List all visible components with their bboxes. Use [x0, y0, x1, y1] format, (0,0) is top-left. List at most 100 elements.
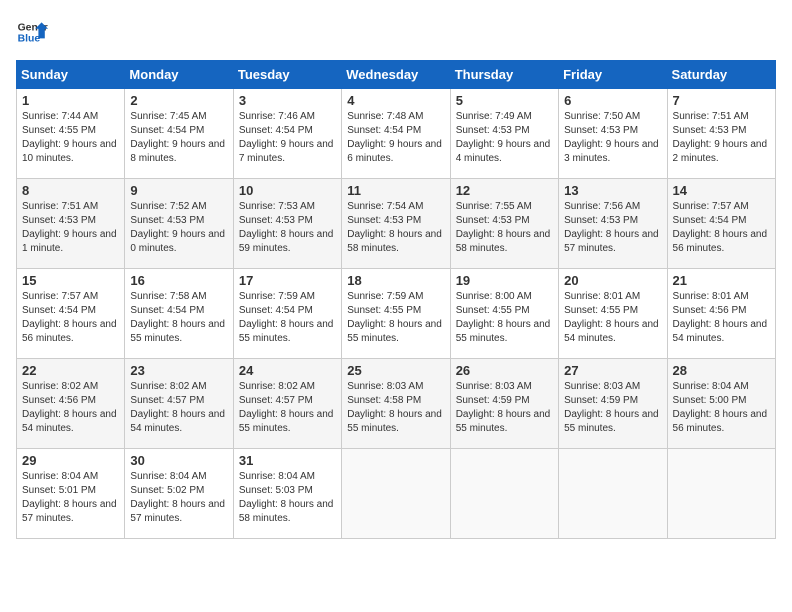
day-number: 28: [673, 363, 770, 378]
day-info: Sunrise: 7:53 AMSunset: 4:53 PMDaylight:…: [239, 201, 334, 254]
day-number: 10: [239, 183, 336, 198]
day-number: 25: [347, 363, 444, 378]
day-number: 16: [130, 273, 227, 288]
week-row-4: 22 Sunrise: 8:02 AMSunset: 4:56 PMDaylig…: [17, 359, 776, 449]
day-info: Sunrise: 8:01 AMSunset: 4:55 PMDaylight:…: [564, 291, 659, 344]
day-cell: 14 Sunrise: 7:57 AMSunset: 4:54 PMDaylig…: [667, 179, 775, 269]
day-info: Sunrise: 7:57 AMSunset: 4:54 PMDaylight:…: [22, 291, 117, 344]
day-info: Sunrise: 7:56 AMSunset: 4:53 PMDaylight:…: [564, 201, 659, 254]
day-info: Sunrise: 7:54 AMSunset: 4:53 PMDaylight:…: [347, 201, 442, 254]
day-number: 3: [239, 93, 336, 108]
day-cell: 19 Sunrise: 8:00 AMSunset: 4:55 PMDaylig…: [450, 269, 558, 359]
day-number: 23: [130, 363, 227, 378]
day-cell: 31 Sunrise: 8:04 AMSunset: 5:03 PMDaylig…: [233, 449, 341, 539]
day-cell: 6 Sunrise: 7:50 AMSunset: 4:53 PMDayligh…: [559, 89, 667, 179]
day-info: Sunrise: 8:00 AMSunset: 4:55 PMDaylight:…: [456, 291, 551, 344]
week-row-5: 29 Sunrise: 8:04 AMSunset: 5:01 PMDaylig…: [17, 449, 776, 539]
day-info: Sunrise: 8:03 AMSunset: 4:59 PMDaylight:…: [564, 381, 659, 434]
calendar-table: SundayMondayTuesdayWednesdayThursdayFrid…: [16, 60, 776, 539]
day-number: 14: [673, 183, 770, 198]
day-info: Sunrise: 8:02 AMSunset: 4:56 PMDaylight:…: [22, 381, 117, 434]
weekday-header-row: SundayMondayTuesdayWednesdayThursdayFrid…: [17, 61, 776, 89]
day-number: 9: [130, 183, 227, 198]
day-info: Sunrise: 7:45 AMSunset: 4:54 PMDaylight:…: [130, 111, 225, 164]
day-cell: 17 Sunrise: 7:59 AMSunset: 4:54 PMDaylig…: [233, 269, 341, 359]
day-info: Sunrise: 8:02 AMSunset: 4:57 PMDaylight:…: [130, 381, 225, 434]
day-cell: 22 Sunrise: 8:02 AMSunset: 4:56 PMDaylig…: [17, 359, 125, 449]
day-cell: [667, 449, 775, 539]
day-number: 20: [564, 273, 661, 288]
day-info: Sunrise: 7:55 AMSunset: 4:53 PMDaylight:…: [456, 201, 551, 254]
day-number: 31: [239, 453, 336, 468]
day-number: 19: [456, 273, 553, 288]
day-cell: [450, 449, 558, 539]
week-row-3: 15 Sunrise: 7:57 AMSunset: 4:54 PMDaylig…: [17, 269, 776, 359]
day-info: Sunrise: 7:52 AMSunset: 4:53 PMDaylight:…: [130, 201, 225, 254]
day-info: Sunrise: 7:51 AMSunset: 4:53 PMDaylight:…: [673, 111, 768, 164]
day-info: Sunrise: 8:03 AMSunset: 4:58 PMDaylight:…: [347, 381, 442, 434]
day-number: 5: [456, 93, 553, 108]
day-cell: 2 Sunrise: 7:45 AMSunset: 4:54 PMDayligh…: [125, 89, 233, 179]
day-cell: 9 Sunrise: 7:52 AMSunset: 4:53 PMDayligh…: [125, 179, 233, 269]
weekday-header-wednesday: Wednesday: [342, 61, 450, 89]
day-number: 30: [130, 453, 227, 468]
day-info: Sunrise: 8:04 AMSunset: 5:02 PMDaylight:…: [130, 471, 225, 524]
day-info: Sunrise: 7:50 AMSunset: 4:53 PMDaylight:…: [564, 111, 659, 164]
day-cell: 1 Sunrise: 7:44 AMSunset: 4:55 PMDayligh…: [17, 89, 125, 179]
day-cell: 12 Sunrise: 7:55 AMSunset: 4:53 PMDaylig…: [450, 179, 558, 269]
day-number: 26: [456, 363, 553, 378]
day-cell: 13 Sunrise: 7:56 AMSunset: 4:53 PMDaylig…: [559, 179, 667, 269]
day-cell: 11 Sunrise: 7:54 AMSunset: 4:53 PMDaylig…: [342, 179, 450, 269]
weekday-header-thursday: Thursday: [450, 61, 558, 89]
day-cell: 7 Sunrise: 7:51 AMSunset: 4:53 PMDayligh…: [667, 89, 775, 179]
day-number: 21: [673, 273, 770, 288]
day-number: 22: [22, 363, 119, 378]
day-number: 24: [239, 363, 336, 378]
day-number: 13: [564, 183, 661, 198]
day-cell: 10 Sunrise: 7:53 AMSunset: 4:53 PMDaylig…: [233, 179, 341, 269]
day-number: 12: [456, 183, 553, 198]
day-cell: 3 Sunrise: 7:46 AMSunset: 4:54 PMDayligh…: [233, 89, 341, 179]
day-cell: 20 Sunrise: 8:01 AMSunset: 4:55 PMDaylig…: [559, 269, 667, 359]
day-cell: [342, 449, 450, 539]
day-cell: 28 Sunrise: 8:04 AMSunset: 5:00 PMDaylig…: [667, 359, 775, 449]
svg-text:Blue: Blue: [18, 34, 41, 45]
day-cell: 4 Sunrise: 7:48 AMSunset: 4:54 PMDayligh…: [342, 89, 450, 179]
day-info: Sunrise: 7:48 AMSunset: 4:54 PMDaylight:…: [347, 111, 442, 164]
day-cell: [559, 449, 667, 539]
day-info: Sunrise: 8:04 AMSunset: 5:03 PMDaylight:…: [239, 471, 334, 524]
day-cell: 8 Sunrise: 7:51 AMSunset: 4:53 PMDayligh…: [17, 179, 125, 269]
week-row-2: 8 Sunrise: 7:51 AMSunset: 4:53 PMDayligh…: [17, 179, 776, 269]
day-info: Sunrise: 7:49 AMSunset: 4:53 PMDaylight:…: [456, 111, 551, 164]
day-info: Sunrise: 8:04 AMSunset: 5:01 PMDaylight:…: [22, 471, 117, 524]
day-info: Sunrise: 7:59 AMSunset: 4:54 PMDaylight:…: [239, 291, 334, 344]
day-cell: 21 Sunrise: 8:01 AMSunset: 4:56 PMDaylig…: [667, 269, 775, 359]
day-cell: 25 Sunrise: 8:03 AMSunset: 4:58 PMDaylig…: [342, 359, 450, 449]
day-info: Sunrise: 7:51 AMSunset: 4:53 PMDaylight:…: [22, 201, 117, 254]
day-number: 17: [239, 273, 336, 288]
page-header: General Blue: [16, 16, 776, 48]
day-info: Sunrise: 8:02 AMSunset: 4:57 PMDaylight:…: [239, 381, 334, 434]
day-cell: 30 Sunrise: 8:04 AMSunset: 5:02 PMDaylig…: [125, 449, 233, 539]
day-cell: 18 Sunrise: 7:59 AMSunset: 4:55 PMDaylig…: [342, 269, 450, 359]
weekday-header-sunday: Sunday: [17, 61, 125, 89]
logo: General Blue: [16, 16, 48, 48]
day-info: Sunrise: 7:44 AMSunset: 4:55 PMDaylight:…: [22, 111, 117, 164]
week-row-1: 1 Sunrise: 7:44 AMSunset: 4:55 PMDayligh…: [17, 89, 776, 179]
day-cell: 15 Sunrise: 7:57 AMSunset: 4:54 PMDaylig…: [17, 269, 125, 359]
day-info: Sunrise: 8:01 AMSunset: 4:56 PMDaylight:…: [673, 291, 768, 344]
day-number: 1: [22, 93, 119, 108]
weekday-header-tuesday: Tuesday: [233, 61, 341, 89]
day-number: 27: [564, 363, 661, 378]
logo-icon: General Blue: [16, 16, 48, 48]
day-cell: 5 Sunrise: 7:49 AMSunset: 4:53 PMDayligh…: [450, 89, 558, 179]
day-cell: 27 Sunrise: 8:03 AMSunset: 4:59 PMDaylig…: [559, 359, 667, 449]
day-number: 8: [22, 183, 119, 198]
day-cell: 16 Sunrise: 7:58 AMSunset: 4:54 PMDaylig…: [125, 269, 233, 359]
day-number: 4: [347, 93, 444, 108]
day-number: 7: [673, 93, 770, 108]
day-info: Sunrise: 7:59 AMSunset: 4:55 PMDaylight:…: [347, 291, 442, 344]
day-cell: 26 Sunrise: 8:03 AMSunset: 4:59 PMDaylig…: [450, 359, 558, 449]
day-cell: 29 Sunrise: 8:04 AMSunset: 5:01 PMDaylig…: [17, 449, 125, 539]
day-cell: 24 Sunrise: 8:02 AMSunset: 4:57 PMDaylig…: [233, 359, 341, 449]
